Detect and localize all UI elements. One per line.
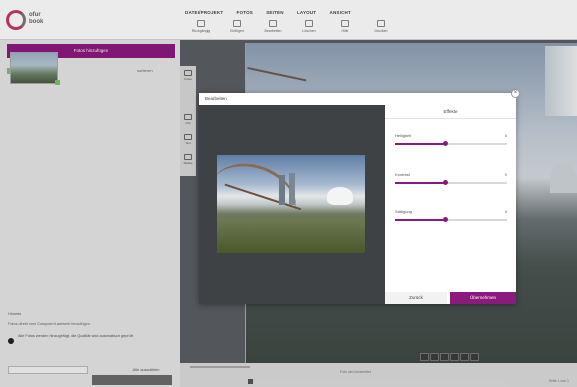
slider-track bbox=[395, 217, 507, 222]
dialog-actions: Zurück Übernehmen bbox=[385, 292, 516, 304]
photo-water bbox=[217, 217, 365, 253]
slider-track bbox=[395, 141, 507, 146]
slider-label: Sättigung bbox=[395, 209, 412, 214]
slider-value: 0 bbox=[504, 133, 507, 138]
slider-handle[interactable] bbox=[442, 141, 448, 146]
edit-dialog: Bearbeiten Effekte Helligkeit 0 Kontrast… bbox=[199, 93, 516, 304]
photo-tower bbox=[279, 175, 285, 205]
close-icon[interactable]: × bbox=[511, 89, 520, 98]
slider-handle[interactable] bbox=[442, 180, 448, 185]
slider-fill bbox=[395, 219, 446, 221]
slider-label: Kontrast bbox=[395, 172, 410, 177]
preview-photo bbox=[217, 155, 365, 253]
saturation-slider[interactable]: Sättigung 0 bbox=[395, 209, 507, 225]
slider-value: 0 bbox=[504, 172, 507, 177]
slider-track bbox=[395, 180, 507, 185]
cancel-button[interactable]: Zurück bbox=[385, 292, 447, 304]
brightness-slider[interactable]: Helligkeit 0 bbox=[395, 133, 507, 149]
contrast-slider[interactable]: Kontrast 0 bbox=[395, 172, 507, 188]
dialog-title: Bearbeiten bbox=[205, 96, 227, 101]
slider-value: 0 bbox=[504, 209, 507, 214]
photo-tower bbox=[289, 173, 295, 205]
photo-museum bbox=[327, 187, 353, 205]
effects-header: Effekte bbox=[385, 105, 516, 119]
slider-label: Helligkeit bbox=[395, 133, 412, 138]
preview-area bbox=[199, 105, 385, 304]
slider-fill bbox=[395, 143, 446, 145]
slider-fill bbox=[395, 182, 446, 184]
apply-button[interactable]: Übernehmen bbox=[450, 292, 516, 304]
slider-handle[interactable] bbox=[442, 217, 448, 222]
effects-panel: Effekte Helligkeit 0 Kontrast 0 Sättigun… bbox=[385, 105, 516, 304]
